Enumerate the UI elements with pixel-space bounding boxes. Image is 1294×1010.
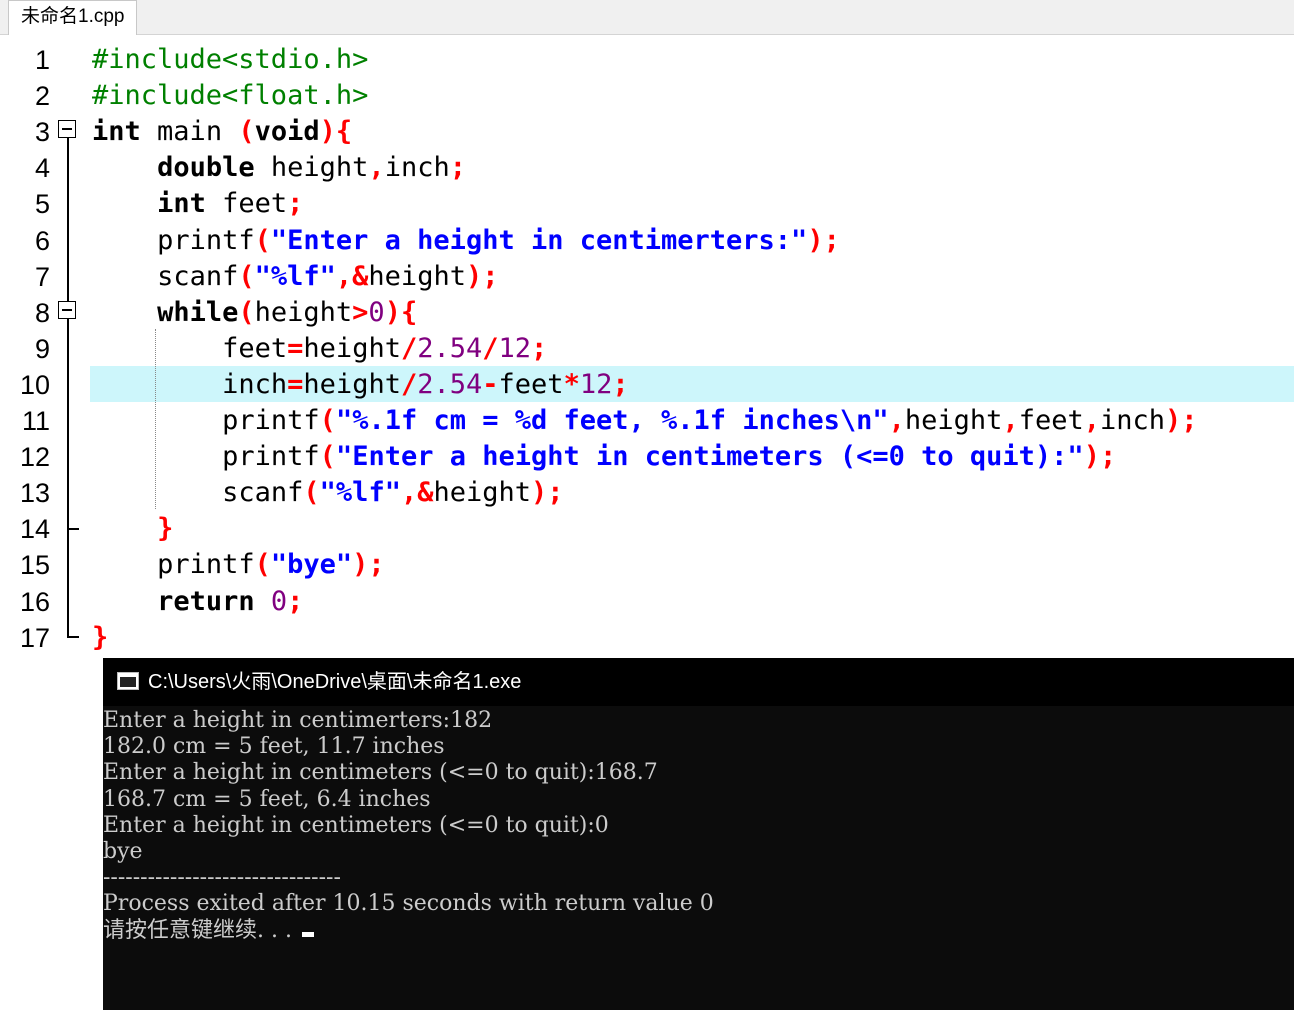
code-line[interactable]: 17}: [0, 620, 1294, 656]
console-line: Enter a height in centimerters:182: [103, 708, 493, 733]
file-tab-label: 未命名1.cpp: [21, 6, 125, 27]
console-line: bye: [103, 839, 143, 864]
console-line: --------------------------------: [103, 865, 341, 891]
console-line: Process exited after 10.15 seconds with …: [103, 891, 714, 917]
code-text: scanf("%lf",&height);: [157, 260, 499, 292]
console-line: Enter a height in centimeters (<=0 to qu…: [103, 812, 609, 838]
code-text: int main (void){: [92, 116, 353, 148]
line-number: 14: [19, 514, 50, 545]
code-text: return 0;: [157, 585, 304, 617]
console-line: 182.0 cm = 5 feet, 11.7 inches: [103, 734, 445, 760]
code-text: printf("%.1f cm = %d feet, %.1f inches\n…: [222, 405, 1198, 436]
file-tab[interactable]: 未命名1.cpp: [8, 0, 138, 35]
console-title: C:\Users\火雨\OneDrive\桌面\未命名1.exe: [148, 671, 522, 693]
line-number: 10: [19, 369, 50, 400]
line-number: 7: [34, 261, 50, 292]
code-editor[interactable]: 1 #include<stdio.h> 2 #include<float.h> 3 int…: [0, 39, 1294, 659]
code-line[interactable]: 16 return 0;: [0, 584, 1294, 620]
code-text: printf("Enter a height in centimerters:"…: [157, 224, 840, 256]
console-cursor: [301, 931, 314, 937]
code-line[interactable]: 6 printf("Enter a height in centimerters…: [0, 223, 1294, 259]
code-line[interactable]: 13 scanf("%lf",&height);: [0, 475, 1294, 511]
code-line[interactable]: 15 printf("bye");: [0, 547, 1294, 583]
code-line[interactable]: 4 double height,inch;: [0, 150, 1294, 186]
line-number: 9: [34, 333, 50, 364]
code-text: int feet;: [157, 188, 304, 220]
console-title-bar[interactable]: C:\Users\火雨\OneDrive\桌面\未命名1.exe: [103, 658, 1294, 706]
line-number: 1: [34, 45, 50, 75]
line-number: 15: [19, 550, 50, 581]
code-line[interactable]: 3 int main (void){: [0, 114, 1294, 150]
console-line: Enter a height in centimeters (<=0 to qu…: [103, 760, 658, 786]
code-line[interactable]: 10 inch=height/2.54-feet*12;: [0, 367, 1294, 403]
code-text: feet=height/2.54/12;: [222, 332, 548, 364]
console-app-icon: [117, 672, 139, 690]
line-number: 2: [34, 81, 50, 112]
code-line[interactable]: 7 scanf("%lf",&height);: [0, 259, 1294, 295]
line-number: 16: [19, 586, 50, 617]
console-window[interactable]: C:\Users\火雨\OneDrive\桌面\未命名1.exe Enter a…: [103, 658, 1294, 1010]
code-line[interactable]: 11 printf("%.1f cm = %d feet, %.1f inche…: [0, 403, 1294, 439]
code-text: #include<stdio.h>: [92, 44, 369, 75]
line-number: 12: [19, 442, 50, 473]
line-number: 5: [34, 189, 50, 220]
code-line[interactable]: 8 while(height>0){: [0, 295, 1294, 331]
code-line[interactable]: 2 #include<float.h>: [0, 78, 1294, 114]
line-number: 3: [34, 117, 50, 148]
line-number: 6: [34, 225, 50, 256]
line-number: 17: [19, 622, 50, 653]
line-number: 8: [34, 297, 50, 328]
code-line[interactable]: 1 #include<stdio.h>: [0, 42, 1294, 78]
code-text: }: [157, 513, 174, 545]
code-text: #include<float.h>: [92, 80, 369, 112]
line-number: 11: [21, 406, 50, 436]
console-line: 请按任意键继续. . .: [103, 918, 314, 944]
line-number: 4: [34, 153, 50, 184]
code-text: double height,inch;: [157, 152, 466, 184]
code-line[interactable]: 9 feet=height/2.54/12;: [0, 331, 1294, 367]
code-text: scanf("%lf",&height);: [222, 477, 564, 509]
code-line[interactable]: 12 printf("Enter a height in centimeters…: [0, 439, 1294, 475]
code-line[interactable]: 5 int feet;: [0, 186, 1294, 222]
console-line: 168.7 cm = 5 feet, 6.4 inches: [103, 786, 431, 812]
code-text: inch=height/2.54-feet*12;: [222, 368, 629, 400]
editor-tab-bar: 未命名1.cpp: [0, 0, 1294, 35]
code-text: printf("Enter a height in centimeters (<…: [222, 441, 1117, 473]
code-line[interactable]: 14 }: [0, 511, 1294, 547]
code-text: }: [92, 621, 109, 653]
code-text: while(height>0){: [157, 296, 418, 328]
line-number: 13: [19, 478, 50, 509]
code-text: printf("bye");: [157, 549, 385, 581]
